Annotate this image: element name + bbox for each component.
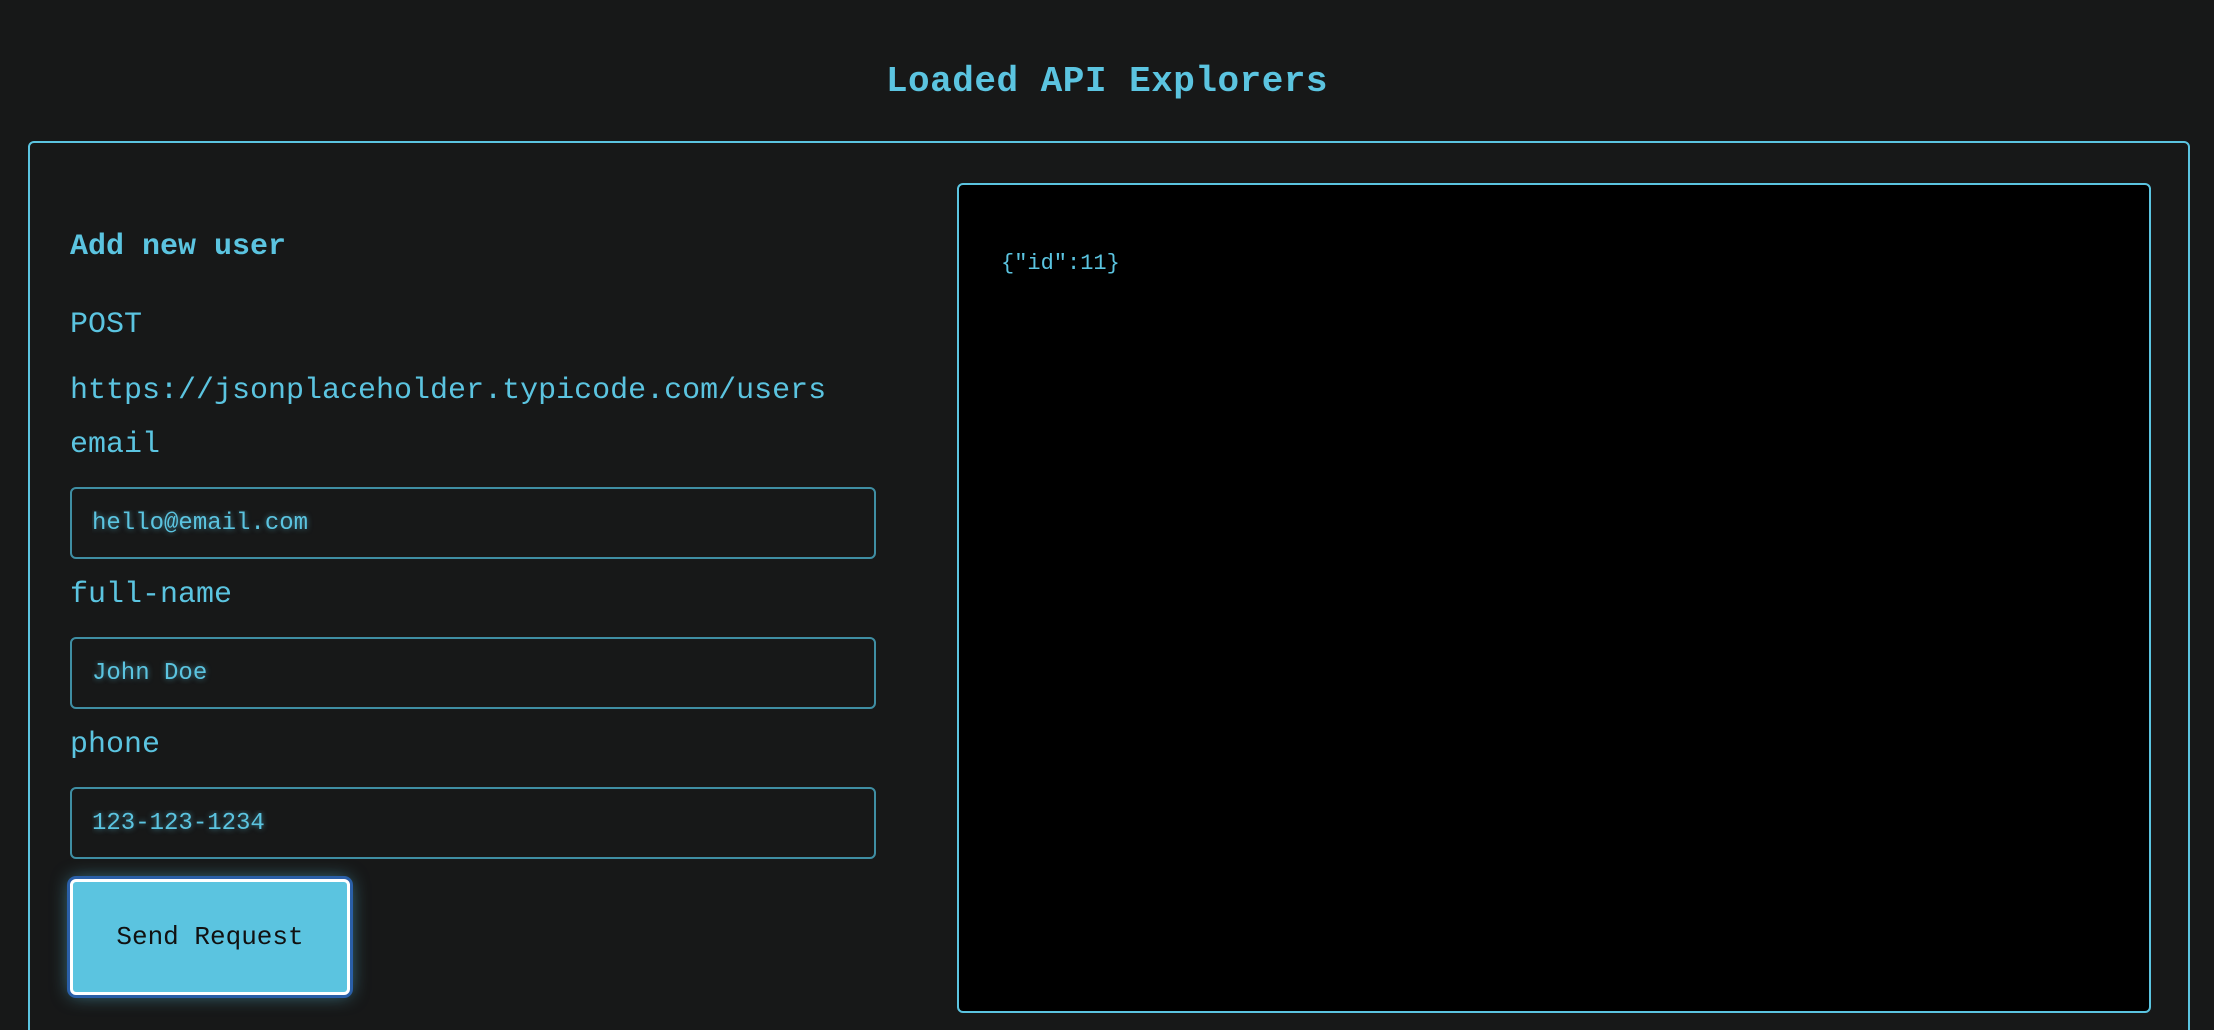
- full-name-label: full-name: [70, 578, 233, 612]
- endpoint-url: https://jsonplaceholder.typicode.com/use…: [70, 374, 827, 408]
- api-explorer-card: Add new user POST https://jsonplaceholde…: [28, 141, 2190, 1030]
- response-body: {"id":11}: [1001, 251, 1120, 276]
- request-form: Add new user POST https://jsonplaceholde…: [30, 143, 930, 1030]
- phone-label: phone: [70, 728, 161, 762]
- email-input[interactable]: [70, 487, 876, 559]
- phone-input[interactable]: [70, 787, 876, 859]
- section-heading: Add new user: [70, 230, 287, 264]
- email-label: email: [70, 428, 161, 462]
- http-method: POST: [70, 308, 143, 342]
- response-panel: {"id":11}: [957, 183, 2151, 1013]
- full-name-input[interactable]: [70, 637, 876, 709]
- page-title: Loaded API Explorers: [885, 61, 1329, 102]
- send-request-button[interactable]: Send Request: [70, 879, 350, 995]
